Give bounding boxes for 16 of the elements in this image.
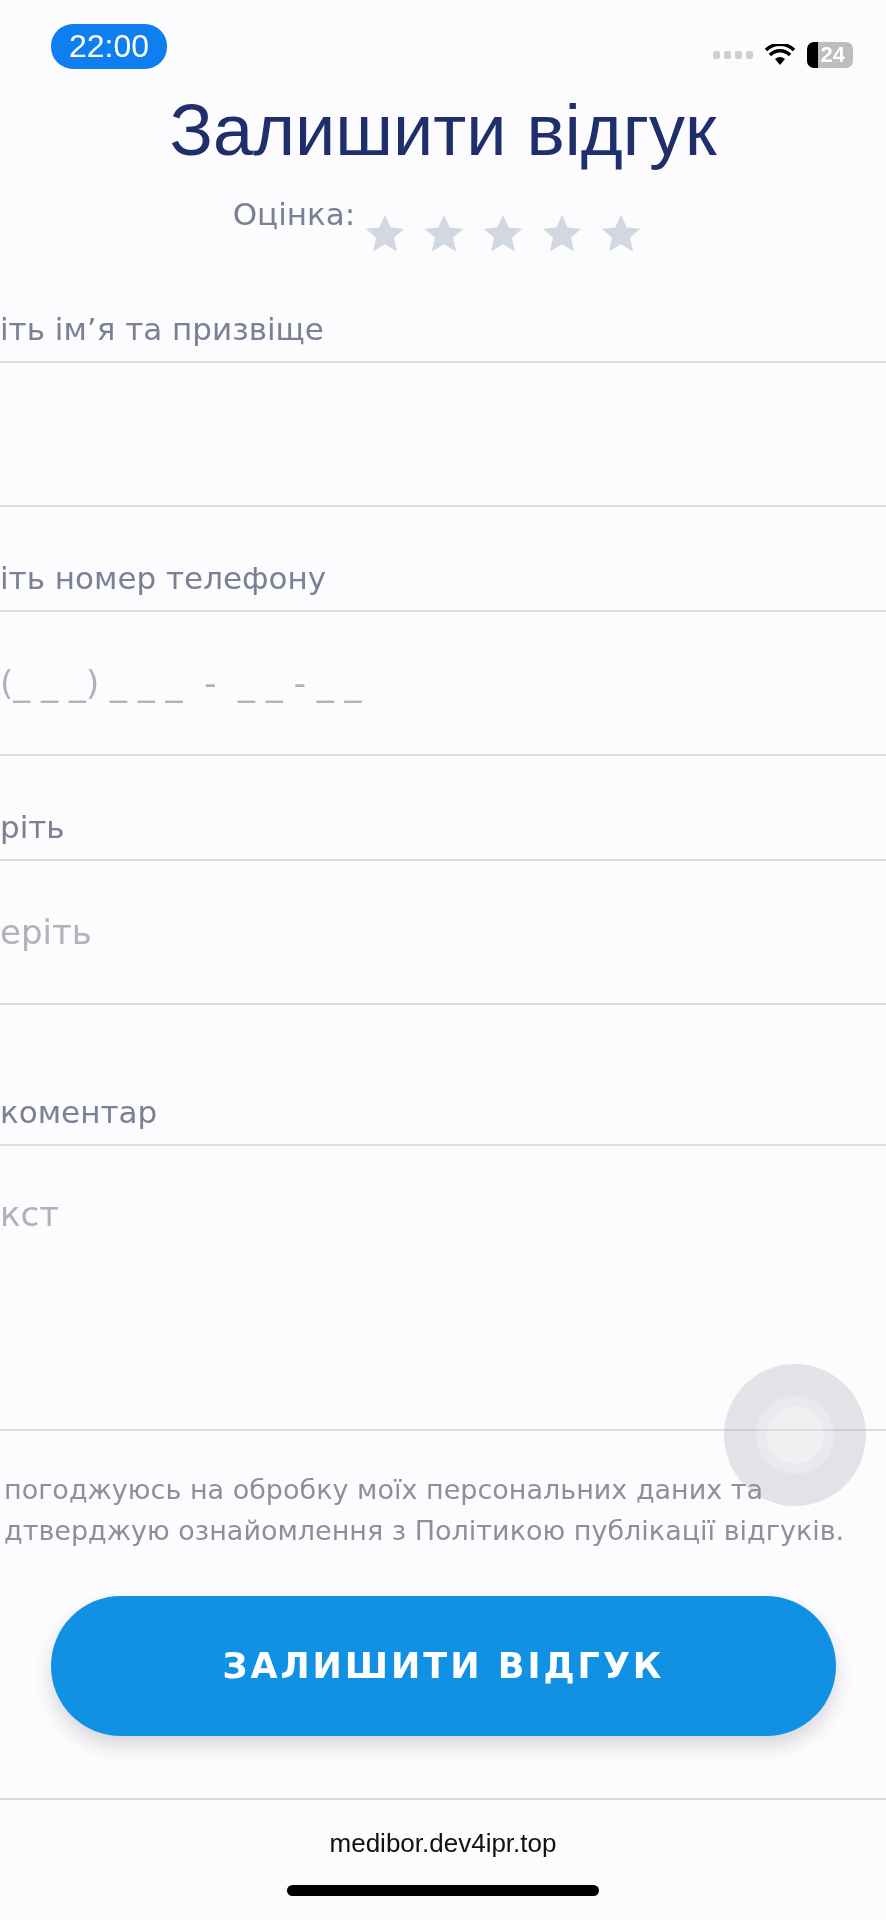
field-label: ріть bbox=[0, 809, 65, 845]
status-time: 22:00 bbox=[51, 24, 168, 69]
input-field[interactable]: еріть bbox=[0, 861, 886, 1005]
battery-icon: 24 bbox=[806, 42, 853, 68]
field-label: іть номер телефону bbox=[0, 560, 327, 596]
wifi-icon bbox=[764, 44, 795, 66]
signal-icon bbox=[712, 50, 753, 60]
input-field[interactable]: (_ _ _) _ _ _ - _ _ - _ _ bbox=[0, 612, 886, 756]
comment-field[interactable]: кст bbox=[0, 1146, 886, 1431]
submit-button[interactable]: ЗАЛИШИТИ ВІДГУК bbox=[51, 1596, 836, 1736]
field-label: іть ім’я та призвіще bbox=[0, 311, 324, 347]
page-title: Залишити відгук bbox=[168, 89, 718, 172]
url-text: medibor.dev4ipr.top bbox=[329, 1828, 557, 1859]
consent-text: погоджуюсь на обробку моїх персональних даних та дтверджую ознайомлення з Політикою публікації відгуків. bbox=[4, 1473, 845, 1548]
field-label: коментар bbox=[0, 1094, 158, 1130]
rating-label: Оцінка: bbox=[232, 196, 356, 232]
